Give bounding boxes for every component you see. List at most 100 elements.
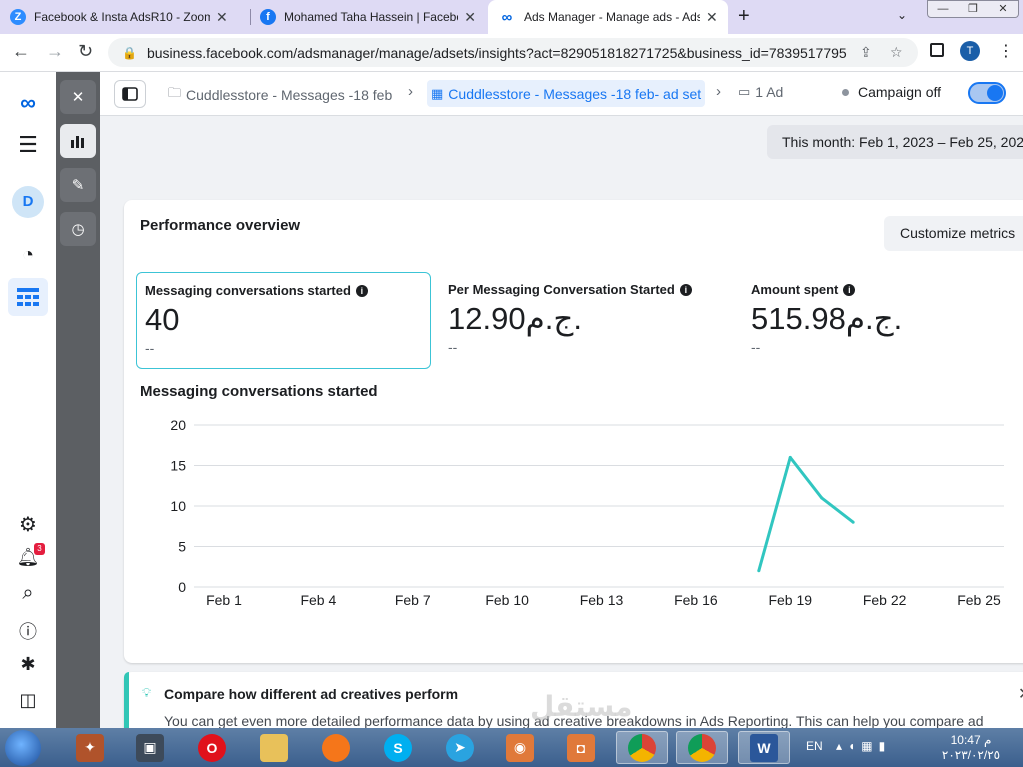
folder-icon [260,733,288,762]
x-tick-label: Feb 7 [395,592,431,608]
window-close-icon[interactable]: ✕ [988,1,1018,17]
account-avatar[interactable]: D [12,186,44,218]
y-tick-label: 10 [170,498,186,514]
customize-metrics-button[interactable]: Customize metrics [884,216,1023,251]
breadcrumb-campaign[interactable]: 🗀 Cuddlesstore - Messages -18 feb [168,84,392,106]
taskbar-app-tools[interactable]: ✦ [64,731,116,764]
performance-overview-card: Performance overview Customize metrics M… [124,200,1023,663]
taskbar-app-camera[interactable]: ▣ [124,731,176,764]
browser-tab-ads-manager[interactable]: ∞ Ads Manager - Manage ads - Ads ✕ [488,0,728,34]
collapse-panel-icon[interactable]: ◫ [0,690,56,711]
campaign-toggle[interactable] [968,82,1006,104]
metric-value: 515.98ج.م. [751,301,903,336]
account-overview-gauge-icon[interactable]: ◔ [0,244,56,267]
folder-icon: 🗀 [168,85,182,100]
profile-avatar[interactable]: T [960,41,980,61]
browser-tab-facebook[interactable]: f Mohamed Taha Hassein | Facebook ✕ [250,0,486,34]
taskbar-app-explorer[interactable] [248,731,300,764]
address-bar[interactable]: 🔒 business.facebook.com/adsmanager/manag… [108,38,918,67]
taskbar-app-skype[interactable]: S [372,731,424,764]
close-icon[interactable]: ✕ [464,9,476,26]
taskbar-app-screenshot[interactable]: ◘ [555,731,607,764]
taskbar-app-word[interactable]: W [738,731,790,764]
side-panel-icon[interactable] [930,43,944,57]
metric-delta: -- [448,339,458,355]
line-chart: 0 5 10 15 20 Feb 1 Feb 4 Feb 7 Feb 10 Feb 13 Feb 1… [170,417,1004,608]
history-clock-icon[interactable]: ◷ [60,212,96,246]
y-tick-label: 20 [170,417,186,433]
info-icon[interactable]: i [355,284,368,297]
metric-amount-spent[interactable]: Amount spent i 515.98ج.م. -- [743,272,1023,369]
y-tick-label: 5 [178,539,186,555]
reload-icon[interactable]: ↻ [78,41,93,62]
editing-tools-rail: ✕ ✎ ◷ [56,72,100,728]
chart-title: Messaging conversations started [140,383,378,400]
y-tick-label: 15 [170,458,186,474]
main-content: 🗀 Cuddlesstore - Messages -18 feb › ▦ Cu… [100,72,1023,728]
share-icon[interactable]: ⇪ [860,44,872,61]
bookmark-star-icon[interactable]: ☆ [890,44,903,61]
word-icon: W [750,733,778,762]
info-icon[interactable]: i [679,283,692,296]
system-tray-icons[interactable]: ▴◖▦▮ [836,739,891,753]
zoom-icon: Z [10,9,26,25]
firefox-icon [322,733,350,762]
browser-menu-icon[interactable]: ⋮ [998,41,1014,61]
browser-tab-zoom[interactable]: Z Facebook & Insta AdsR10 - Zoom ✕ [0,0,250,34]
system-clock[interactable]: 10:47 م ٢٠٢٣/٠٢/٢٥ [935,733,1007,763]
toggle-sidebar-icon[interactable] [114,80,146,108]
forward-arrow-icon[interactable]: → [46,41,64,62]
breadcrumb-ads-label: 1 Ad [755,84,784,100]
breadcrumb-ads[interactable]: ▭ 1 Ad [738,84,783,100]
lock-icon[interactable]: 🔒 [122,46,137,60]
metric-messaging-conversations[interactable]: Messaging conversations started i 40 -- [136,272,431,369]
x-tick-label: Feb 13 [580,592,624,608]
help-icon[interactable]: ⓘ [0,618,56,644]
hamburger-menu-icon[interactable]: ☰ [0,132,56,158]
close-panel-icon[interactable]: ✕ [60,80,96,114]
restore-icon[interactable]: ❐ [958,1,988,17]
info-icon[interactable]: i [843,283,856,296]
taskbar-app-recorder[interactable]: ◉ [494,731,546,764]
toggle-knob [987,85,1003,101]
close-icon[interactable]: ✕ [706,9,718,26]
edit-pencil-icon[interactable]: ✎ [60,168,96,202]
metric-label: Per Messaging Conversation Started i [448,282,727,297]
new-tab-button[interactable]: + [738,5,750,28]
metric-label: Messaging conversations started i [145,283,422,298]
settings-gear-icon[interactable]: ⚙ [0,512,56,537]
insights-chart-icon[interactable] [60,124,96,158]
url-text[interactable]: business.facebook.com/adsmanager/manage/… [147,45,847,61]
notifications-bell-icon[interactable]: 🔔︎ [0,547,56,568]
meta-logo-icon[interactable]: ∞ [0,90,56,116]
minimize-icon[interactable]: — [928,1,958,17]
search-icon[interactable]: ⌕ [0,582,56,605]
breadcrumb-campaign-label: Cuddlesstore - Messages -18 feb [186,87,393,103]
lightbulb-icon: 💡︎ [142,685,152,700]
taskbar-app-firefox[interactable] [310,731,362,764]
taskbar-app-telegram[interactable]: ➤ [434,731,486,764]
os-taskbar: ✦ ▣ O S ➤ ◉ ◘ W EN ▴◖▦▮ 10:47 م ٢٠٢٣/٠٢/… [0,728,1023,767]
watermark-logo: مستقل [530,691,633,722]
language-indicator[interactable]: EN [806,739,823,753]
close-icon[interactable]: ✕ [1018,684,1023,704]
taskbar-app-chrome-1[interactable] [616,731,668,764]
tab-title: Ads Manager - Manage ads - Ads [524,10,700,24]
taskbar-app-opera[interactable]: O [186,731,238,764]
card-title: Performance overview [140,217,301,234]
tab-search-chevron-icon[interactable]: ⌄ [897,8,907,22]
browser-tab-strip: Z Facebook & Insta AdsR10 - Zoom ✕ f Moh… [0,0,1023,34]
start-button[interactable] [5,730,41,766]
report-bug-icon[interactable]: ✱ [0,654,56,675]
taskbar-app-chrome-2[interactable] [676,731,728,764]
breadcrumb-adset[interactable]: ▦ Cuddlesstore - Messages -18 feb- ad se… [427,80,706,107]
campaigns-table-icon[interactable] [8,278,48,316]
x-tick-label: Feb 19 [768,592,812,608]
date-range-picker[interactable]: This month: Feb 1, 2023 – Feb 25, 2023 [767,125,1023,159]
x-tick-label: Feb 4 [300,592,336,608]
tab-title: Mohamed Taha Hassein | Facebook [284,10,459,24]
metric-cost-per-conversation[interactable]: Per Messaging Conversation Started i 12.9… [440,272,735,369]
chrome-icon [628,733,656,762]
back-arrow-icon[interactable]: ← [12,41,30,62]
close-icon[interactable]: ✕ [216,9,228,26]
